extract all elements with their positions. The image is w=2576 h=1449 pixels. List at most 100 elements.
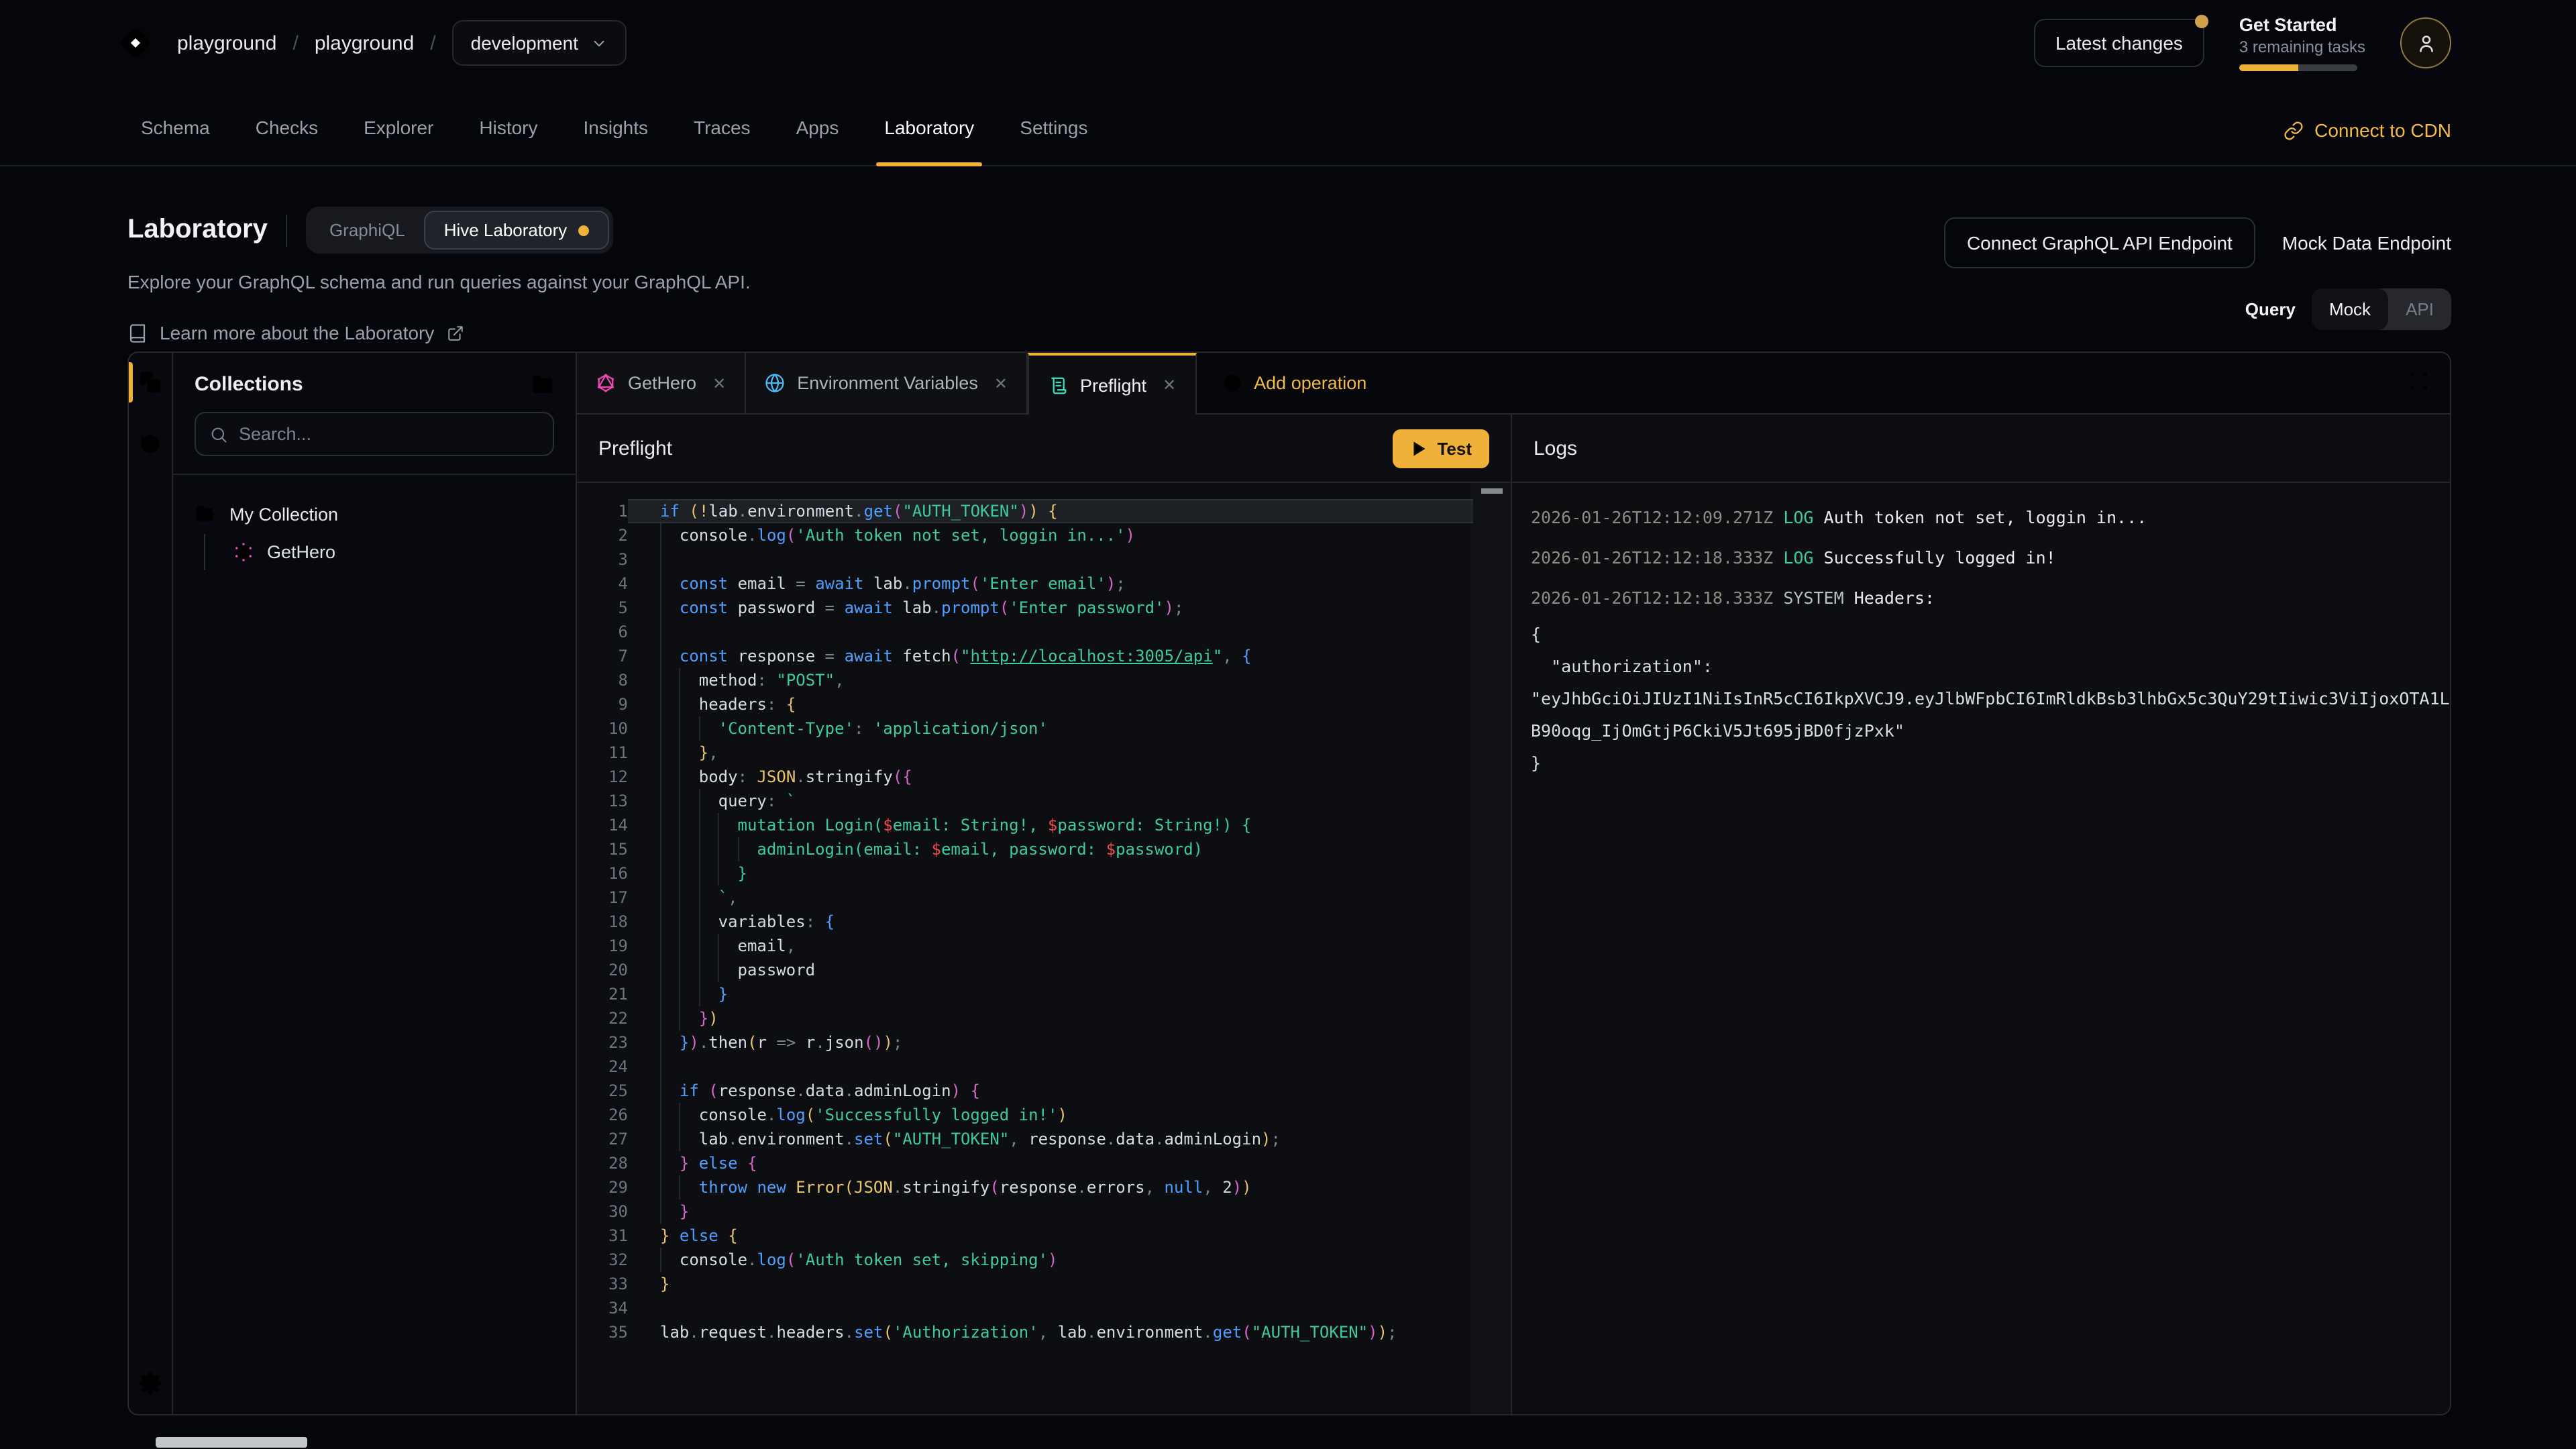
close-tab-icon[interactable]: ✕: [712, 374, 726, 392]
mode-label[interactable]: Query: [2245, 299, 2296, 319]
page-description: Explore your GraphQL schema and run quer…: [127, 271, 751, 292]
toggle-graphiql[interactable]: GraphiQL: [311, 212, 424, 248]
globe-icon: [765, 373, 785, 393]
primary-nav: SchemaChecksExplorerHistoryInsightsTrace…: [118, 117, 1110, 165]
code-line: 16}: [577, 861, 1511, 885]
indent-guide: [680, 668, 699, 692]
breadcrumb-project[interactable]: playground: [315, 32, 414, 54]
log-json-line: B90oqg_IjOmGtjP6CkiV5Jt695jBD0fjzPxk": [1531, 715, 2450, 747]
indent-guide: [660, 523, 680, 547]
mock-endpoint-button[interactable]: Mock Data Endpoint: [2282, 232, 2451, 254]
code-lines: 1if (!lab.environment.get("AUTH_TOKEN"))…: [577, 499, 1511, 1344]
side-rail: [129, 353, 173, 1414]
mode-api[interactable]: API: [2388, 288, 2451, 330]
fullscreen-button[interactable]: [2408, 370, 2430, 396]
script-icon: [1048, 375, 1068, 395]
close-tab-icon[interactable]: ✕: [1163, 376, 1176, 394]
indent-guide: [660, 668, 680, 692]
get-started-widget[interactable]: Get Started 3 remaining tasks: [2239, 15, 2365, 71]
code-line: 3: [577, 547, 1511, 572]
code-line: 7const response = await fetch("http://lo…: [577, 644, 1511, 668]
indent-guide: [660, 837, 680, 861]
logs-title: Logs: [1534, 437, 1577, 460]
code-line: 17`,: [577, 885, 1511, 910]
log-json-line: {: [1531, 619, 2450, 651]
code-editor[interactable]: 1if (!lab.environment.get("AUTH_TOKEN"))…: [577, 483, 1511, 1414]
page-scrollbar-thumb[interactable]: [156, 1437, 307, 1448]
gear-icon[interactable]: [138, 1371, 162, 1395]
collections-search[interactable]: [195, 412, 554, 456]
breadcrumb-org[interactable]: playground: [177, 32, 276, 54]
breadcrumb: playground / playground / development: [177, 20, 627, 66]
indent-guide: [660, 1199, 680, 1224]
indent-guide: [718, 958, 738, 982]
target-selector[interactable]: development: [452, 20, 627, 66]
indent-guide: [660, 958, 680, 982]
code-line: 19email,: [577, 934, 1511, 958]
indent-guide: [699, 813, 718, 837]
avatar[interactable]: [2400, 17, 2451, 68]
indent-guide: [660, 1151, 680, 1175]
tree-folder-my-collection[interactable]: My Collection: [195, 503, 554, 525]
editor-title: Preflight: [598, 437, 672, 460]
connect-to-cdn-link[interactable]: Connect to CDN: [2284, 119, 2451, 165]
tab-gethero[interactable]: GetHero✕: [577, 353, 746, 413]
plus-circle-icon: [1222, 373, 1242, 393]
nav-tab-schema[interactable]: Schema: [118, 117, 233, 165]
indent-guide: [718, 813, 738, 837]
tree-item-gethero[interactable]: GetHero: [205, 534, 554, 570]
log-entries[interactable]: 2026-01-26T12:12:09.271Z LOG Auth token …: [1512, 483, 2450, 1414]
toggle-hive-laboratory[interactable]: Hive Laboratory: [424, 211, 609, 250]
indent-guide: [680, 1103, 699, 1127]
indent-guide: [699, 789, 718, 813]
code-line: 29throw new Error(JSON.stringify(respons…: [577, 1175, 1511, 1199]
connect-endpoint-button[interactable]: Connect GraphQL API Endpoint: [1944, 217, 2255, 268]
code-line: 33}: [577, 1272, 1511, 1296]
collections-stack-icon[interactable]: [138, 370, 162, 394]
external-link-icon: [446, 324, 464, 341]
indent-guide: [680, 982, 699, 1006]
tab-environment-variables[interactable]: Environment Variables✕: [746, 353, 1028, 413]
code-line: 26console.log('Successfully logged in!'): [577, 1103, 1511, 1127]
nav-tab-explorer[interactable]: Explorer: [341, 117, 456, 165]
close-tab-icon[interactable]: ✕: [994, 374, 1008, 392]
get-started-progress-fill: [2239, 64, 2298, 71]
code-line: 20password: [577, 958, 1511, 982]
editor-scrollbar-thumb[interactable]: [1481, 488, 1503, 494]
history-icon[interactable]: [138, 432, 162, 456]
tab-preflight[interactable]: Preflight✕: [1028, 353, 1196, 415]
nav-tab-insights[interactable]: Insights: [561, 117, 672, 165]
indent-guide: [699, 910, 718, 934]
laboratory-header-left: Laboratory GraphiQL Hive Laboratory Expl…: [127, 207, 751, 343]
indent-guide: [718, 934, 738, 958]
indent-guide: [699, 861, 718, 885]
log-json-line: "eyJhbGciOiJIUzI1NiIsInR5cCI6IkpXVCJ9.ey…: [1531, 683, 2450, 715]
nav-tab-apps[interactable]: Apps: [773, 117, 862, 165]
app-root: playground / playground / development La…: [0, 0, 2576, 1449]
search-input[interactable]: [239, 424, 539, 444]
latest-changes-button[interactable]: Latest changes: [2034, 19, 2204, 67]
nav-tab-history[interactable]: History: [456, 117, 560, 165]
learn-more-link[interactable]: Learn more about the Laboratory: [127, 322, 751, 343]
nav-tab-checks[interactable]: Checks: [233, 117, 341, 165]
header-right: Latest changes Get Started 3 remaining t…: [2034, 15, 2451, 71]
add-operation-button[interactable]: Add operation: [1196, 353, 1392, 413]
indent-guide: [680, 692, 699, 716]
nav-tab-settings[interactable]: Settings: [997, 117, 1110, 165]
hive-logo-icon[interactable]: [115, 23, 156, 63]
nav-tab-traces[interactable]: Traces: [671, 117, 773, 165]
graphql-icon: [596, 373, 616, 393]
indent-guide: [680, 958, 699, 982]
test-button[interactable]: Test: [1393, 429, 1489, 468]
code-line: 25if (response.data.adminLogin) {: [577, 1079, 1511, 1103]
indent-guide: [699, 958, 718, 982]
primary-nav-bar: SchemaChecksExplorerHistoryInsightsTrace…: [0, 86, 2576, 166]
indent-guide: [680, 1175, 699, 1199]
nav-tab-laboratory[interactable]: Laboratory: [861, 117, 997, 165]
expand-icon: [2408, 370, 2430, 392]
folder-plus-icon[interactable]: [531, 373, 554, 396]
code-line: 15adminLogin(email: $email, password: $p…: [577, 837, 1511, 861]
mode-mock[interactable]: Mock: [2312, 288, 2388, 330]
indent-guide: [660, 813, 680, 837]
indent-guide: [660, 910, 680, 934]
